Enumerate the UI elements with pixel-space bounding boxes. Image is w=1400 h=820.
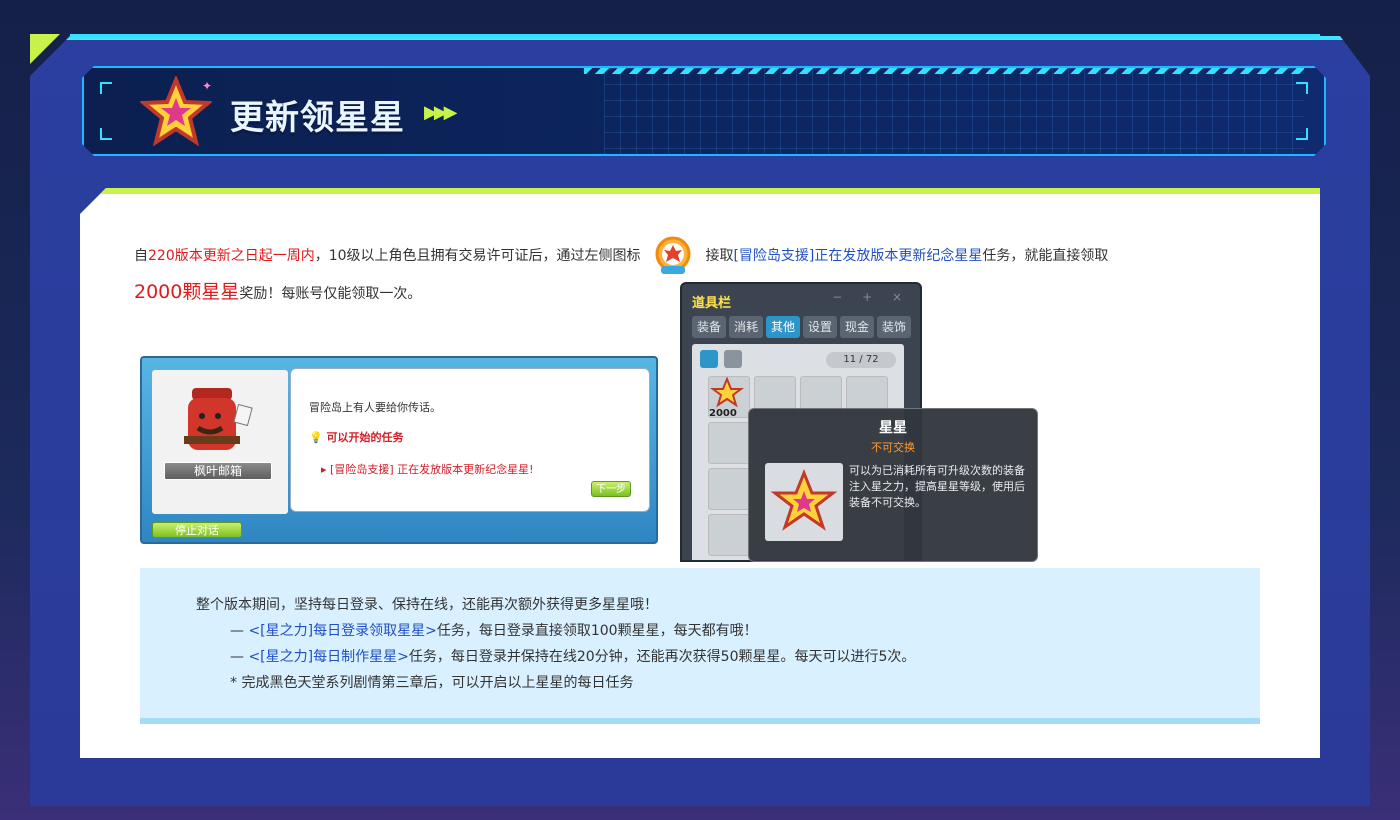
tab-consume[interactable]: 消耗	[729, 316, 763, 338]
tab-decor[interactable]: 装饰	[877, 316, 911, 338]
star-item-icon	[710, 376, 744, 408]
reward-highlight: 2000颗星星	[134, 281, 240, 303]
tab-setup[interactable]: 设置	[803, 316, 837, 338]
dash: —	[230, 623, 249, 639]
intro-text: 任务，就能直接领取	[982, 248, 1109, 264]
pin-icon[interactable]	[724, 350, 742, 368]
tooltip-item-image	[765, 463, 843, 541]
frame-top-line	[70, 34, 1320, 38]
quest-support-icon[interactable]	[653, 236, 693, 276]
intro-text: 奖励！每账号仅能领取一次。	[239, 286, 422, 302]
header-grid-decoration	[604, 68, 1304, 154]
bracket-decoration	[100, 82, 112, 94]
star-item-icon	[770, 468, 838, 531]
inventory-slot[interactable]	[708, 422, 750, 464]
tooltip-description: 可以为已消耗所有可升级次数的装备注入星之力，提高星星等级，使用后装备不可交换。	[849, 464, 1025, 509]
arrow-icon: ▸	[321, 463, 331, 476]
item-tooltip: 星星 不可交换 可以为已消耗所有可升级次数的装备注入星之力，提高星星等级，使用后…	[748, 408, 1038, 562]
intro-highlight-period: 220版本更新之日起一周内	[148, 248, 315, 264]
sort-icon[interactable]	[700, 350, 718, 368]
window-controls[interactable]: − + ×	[832, 290, 910, 304]
daily-craft-quest-link[interactable]: <[星之力]每日制作星星>	[248, 649, 408, 665]
npc-dialog: 枫叶邮箱 冒险岛上有人要给你传话。 💡 可以开始的任务 ▸ [冒险岛支援] 正在…	[140, 356, 658, 544]
svg-text:✦: ✦	[202, 79, 212, 93]
quest-option[interactable]: ▸ [冒险岛支援] 正在发放版本更新纪念星星!	[321, 461, 534, 477]
quest-option-label: [冒险岛支援] 正在发放版本更新纪念星星!	[330, 463, 534, 476]
row-text: 任务，每日登录直接领取100颗星星，每天都有哦！	[436, 623, 758, 639]
dialog-message: 冒险岛上有人要给你传话。	[309, 401, 441, 414]
row-text: 任务，每日登录并保持在线20分钟，还能再次获得50颗星星。每天可以进行5次。	[408, 649, 916, 665]
npc-panel: 枫叶邮箱	[152, 370, 288, 514]
quest-link[interactable]: [冒险岛支援]正在发放版本更新纪念星星	[733, 248, 982, 264]
slot-count: 11 / 72	[826, 352, 896, 368]
next-button[interactable]: 下一步	[591, 481, 631, 497]
bracket-decoration	[1296, 128, 1308, 140]
corner-accent	[30, 34, 60, 64]
info-box: 整个版本期间，坚持每日登录、保持在线，还能再次额外获得更多星星哦！ — <[星之…	[140, 568, 1260, 724]
inventory-slot-star[interactable]: 2000	[708, 376, 750, 419]
tab-equip[interactable]: 装备	[692, 316, 726, 338]
intro-text: ，10级以上角色且拥有交易许可证后，通过左侧图标	[314, 248, 641, 264]
tooltip-title: 星星	[879, 420, 907, 436]
tooltip-subtitle: 不可交换	[871, 441, 915, 454]
tab-cash[interactable]: 现金	[840, 316, 874, 338]
star-icon: ✦	[140, 76, 212, 147]
info-heading: 整个版本期间，坚持每日登录、保持在线，还能再次额外获得更多星星哦！	[196, 597, 658, 613]
intro-text: 接取	[705, 248, 734, 264]
npc-name: 枫叶邮箱	[164, 462, 272, 480]
section-header: ✦ 更新领星星 ▶▶▶	[82, 66, 1326, 156]
bulb-icon: 💡	[309, 431, 323, 444]
page-title: 更新领星星	[230, 98, 405, 138]
inventory-slot[interactable]	[708, 468, 750, 510]
inventory-slot[interactable]	[708, 514, 750, 556]
daily-craft-row: — <[星之力]每日制作星星>任务，每日登录并保持在线20分钟，还能再次获得50…	[230, 646, 915, 666]
stop-dialog-button[interactable]: 停止对话	[152, 522, 242, 538]
arrows-icon: ▶▶▶	[424, 102, 457, 123]
content-panel: 自220版本更新之日起一周内，10级以上角色且拥有交易许可证后，通过左侧图标 接…	[80, 188, 1320, 758]
bracket-decoration	[1296, 82, 1308, 94]
quest-available-label: 💡 可以开始的任务	[309, 429, 404, 445]
dialog-box: 冒险岛上有人要给你传话。 💡 可以开始的任务 ▸ [冒险岛支援] 正在发放版本更…	[290, 368, 650, 512]
dash: —	[230, 649, 249, 665]
daily-login-quest-link[interactable]: <[星之力]每日登录领取星星>	[248, 623, 436, 639]
info-note: * 完成黑色天堂系列剧情第三章后，可以开启以上星星的每日任务	[230, 675, 634, 691]
header-stripe-decoration	[584, 68, 1304, 74]
bracket-decoration	[100, 128, 112, 140]
item-quantity: 2000	[709, 408, 737, 419]
inventory-title: 道具栏	[692, 296, 732, 311]
inventory-tabs: 装备 消耗 其他 设置 现金 装饰	[692, 316, 911, 338]
mailbox-npc-icon	[184, 388, 253, 450]
intro-text: 自	[134, 248, 148, 264]
tab-etc[interactable]: 其他	[766, 316, 800, 338]
daily-login-row: — <[星之力]每日登录领取星星>任务，每日登录直接领取100颗星星，每天都有哦…	[230, 620, 758, 640]
quest-available-text: 可以开始的任务	[326, 431, 404, 444]
